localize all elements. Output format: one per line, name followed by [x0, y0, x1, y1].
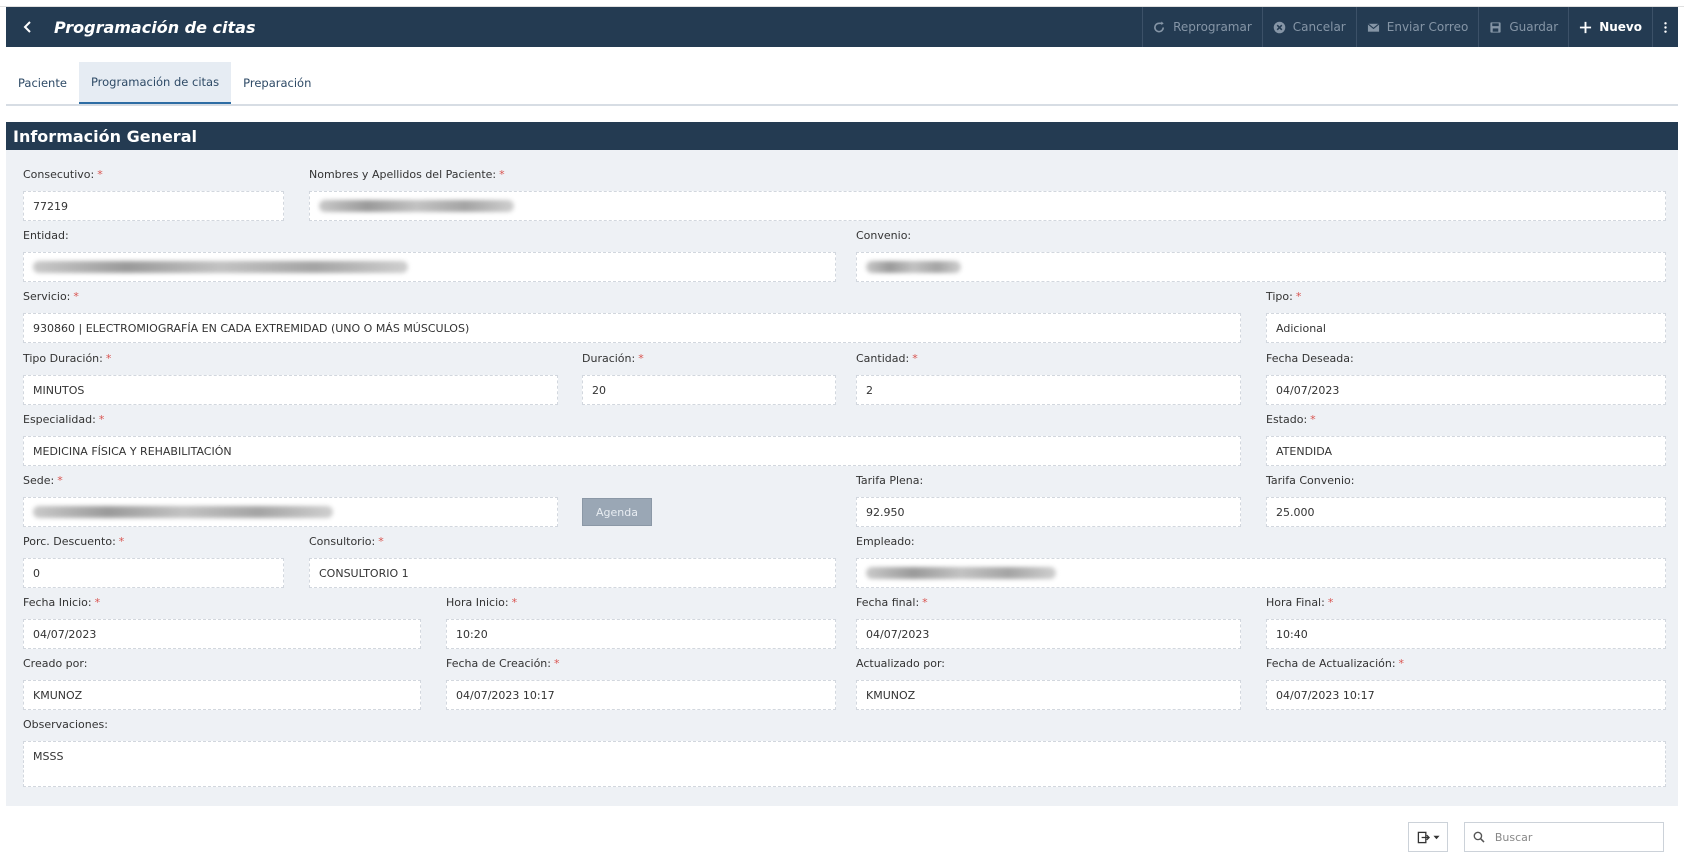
observaciones-textarea[interactable]: MSSS — [23, 741, 1666, 787]
fecha-creacion-field[interactable]: 04/07/2023 10:17 — [446, 680, 836, 710]
tipo-label: Tipo: * — [1266, 290, 1302, 303]
consultorio-field[interactable]: CONSULTORIO 1 — [309, 558, 836, 588]
porc-descuento-label: Porc. Descuento: * — [23, 535, 125, 548]
servicio-label: Servicio: * — [23, 290, 79, 303]
empleado-field[interactable] — [856, 558, 1666, 588]
estado-field[interactable]: ATENDIDA — [1266, 436, 1666, 466]
page-title: Programación de citas — [54, 17, 256, 37]
cancelar-button[interactable]: Cancelar — [1261, 7, 1356, 47]
search-icon — [1473, 831, 1485, 843]
fecha-final-field[interactable]: 04/07/2023 — [856, 619, 1241, 649]
reprogramar-label: Reprogramar — [1173, 20, 1252, 34]
enviar-correo-label: Enviar Correo — [1386, 20, 1469, 34]
duracion-label: Duración: * — [582, 352, 644, 365]
export-dropdown-button[interactable] — [1408, 822, 1448, 852]
entidad-field[interactable] — [23, 252, 836, 282]
plus-icon — [1580, 21, 1592, 33]
save-icon — [1490, 21, 1501, 33]
nuevo-button[interactable]: Nuevo — [1568, 7, 1652, 47]
empleado-label: Empleado: — [856, 535, 915, 548]
consecutivo-field[interactable]: 77219 — [23, 191, 284, 221]
sede-label: Sede: * — [23, 474, 63, 487]
cantidad-label: Cantidad: * — [856, 352, 918, 365]
tab-programacion-de-citas[interactable]: Programación de citas — [78, 62, 232, 104]
tipo-duracion-field[interactable]: MINUTOS — [23, 375, 558, 405]
hora-inicio-label: Hora Inicio: * — [446, 596, 518, 609]
guardar-button[interactable]: Guardar — [1478, 7, 1568, 47]
fecha-actualizacion-field[interactable]: 04/07/2023 10:17 — [1266, 680, 1666, 710]
actualizado-por-label: Actualizado por: — [856, 657, 945, 670]
consecutivo-label: Consecutivo: * — [23, 168, 103, 181]
tab-preparacion[interactable]: Preparación — [231, 62, 323, 104]
informacion-general-panel: Información General Consecutivo: * 77219 … — [6, 122, 1678, 806]
fecha-deseada-label: Fecha Deseada: — [1266, 352, 1354, 365]
entidad-label: Entidad: — [23, 229, 69, 242]
redacted-value — [33, 261, 408, 273]
convenio-label: Convenio: — [856, 229, 912, 242]
envelope-icon — [1367, 22, 1380, 32]
tarifa-plena-label: Tarifa Plena: — [856, 474, 924, 487]
hora-final-field[interactable]: 10:40 — [1266, 619, 1666, 649]
creado-por-label: Creado por: — [23, 657, 88, 670]
tarifa-convenio-label: Tarifa Convenio: — [1266, 474, 1355, 487]
redo-icon — [1154, 20, 1165, 32]
top-border — [0, 0, 1684, 7]
hora-final-label: Hora Final: * — [1266, 596, 1334, 609]
cancelar-label: Cancelar — [1292, 20, 1346, 34]
fecha-deseada-field[interactable]: 04/07/2023 — [1266, 375, 1666, 405]
section-title: Información General — [6, 122, 1678, 150]
search-input[interactable] — [1492, 829, 1655, 845]
more-options-button[interactable] — [1652, 7, 1678, 47]
porc-descuento-field[interactable]: 0 — [23, 558, 284, 588]
agenda-button[interactable]: Agenda — [582, 498, 652, 526]
duracion-field[interactable]: 20 — [582, 375, 836, 405]
sign-out-icon — [1417, 831, 1430, 843]
observaciones-label: Observaciones: — [23, 718, 108, 731]
consultorio-label: Consultorio: * — [309, 535, 384, 548]
servicio-field[interactable]: 930860 | ELECTROMIOGRAFÍA EN CADA EXTREM… — [23, 313, 1241, 343]
fecha-creacion-label: Fecha de Creación: * — [446, 657, 560, 670]
fecha-final-label: Fecha final: * — [856, 596, 928, 609]
toolbar: Reprogramar Cancelar Enviar Correo Guard… — [1142, 7, 1678, 47]
kebab-menu-icon — [1664, 21, 1667, 33]
fecha-actualizacion-label: Fecha de Actualización: * — [1266, 657, 1405, 670]
tarifa-plena-field[interactable]: 92.950 — [856, 497, 1241, 527]
tab-bar: Paciente Programación de citas Preparaci… — [6, 62, 1678, 106]
enviar-correo-button[interactable]: Enviar Correo — [1355, 7, 1479, 47]
tipo-field[interactable]: Adicional — [1266, 313, 1666, 343]
paciente-field[interactable] — [309, 191, 1666, 221]
actualizado-por-field[interactable]: KMUNOZ — [856, 680, 1241, 710]
especialidad-label: Especialidad: * — [23, 413, 105, 426]
cantidad-field[interactable]: 2 — [856, 375, 1241, 405]
caret-down-icon — [1432, 835, 1440, 839]
creado-por-field[interactable]: KMUNOZ — [23, 680, 421, 710]
redacted-value — [866, 261, 961, 273]
redacted-value — [866, 567, 1056, 579]
reprogramar-button[interactable]: Reprogramar — [1142, 7, 1262, 47]
fecha-inicio-field[interactable]: 04/07/2023 — [23, 619, 421, 649]
especialidad-field[interactable]: MEDICINA FÍSICA Y REHABILITACIÓN — [23, 436, 1241, 466]
tab-paciente[interactable]: Paciente — [6, 62, 79, 104]
paciente-label: Nombres y Apellidos del Paciente: * — [309, 168, 505, 181]
close-circle-icon — [1273, 21, 1286, 33]
tarifa-convenio-field[interactable]: 25.000 — [1266, 497, 1666, 527]
fecha-inicio-label: Fecha Inicio: * — [23, 596, 101, 609]
estado-label: Estado: * — [1266, 413, 1316, 426]
redacted-value — [319, 200, 514, 212]
app-header: Programación de citas Reprogramar Cancel… — [6, 7, 1678, 47]
sede-field[interactable] — [23, 497, 558, 527]
back-button[interactable] — [6, 7, 50, 47]
guardar-label: Guardar — [1509, 20, 1559, 34]
hora-inicio-field[interactable]: 10:20 — [446, 619, 836, 649]
search-box — [1464, 822, 1664, 852]
tipo-duracion-label: Tipo Duración: * — [23, 352, 112, 365]
chevron-left-icon — [23, 21, 31, 33]
nuevo-label: Nuevo — [1599, 20, 1642, 34]
convenio-field[interactable] — [856, 252, 1666, 282]
redacted-value — [33, 506, 333, 518]
